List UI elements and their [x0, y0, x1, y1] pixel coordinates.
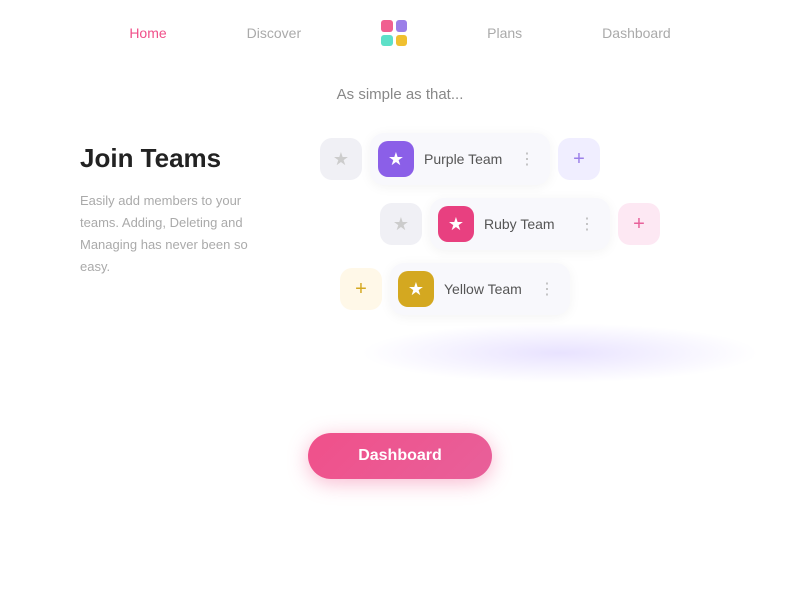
yellow-team-row: + ★ Yellow Team ⋮: [340, 263, 570, 315]
purple-add-button[interactable]: +: [558, 138, 600, 180]
yellow-team-name: Yellow Team: [444, 281, 529, 297]
purple-team-dots[interactable]: ⋮: [519, 149, 536, 169]
purple-team-name: Purple Team: [424, 151, 509, 167]
nav-discover[interactable]: Discover: [247, 25, 301, 41]
teams-area: ★ ★ Purple Team ⋮ + ★ ★ Ruby Team ⋮: [320, 133, 740, 393]
ruby-team-icon: ★: [438, 206, 474, 242]
ruby-team-row: ★ ★ Ruby Team ⋮ +: [380, 198, 660, 250]
nav-dashboard[interactable]: Dashboard: [602, 25, 671, 41]
purple-team-row: ★ ★ Purple Team ⋮ +: [320, 133, 600, 185]
ruby-team-dots[interactable]: ⋮: [579, 214, 596, 234]
star-icon: ★: [388, 149, 404, 170]
logo: [381, 20, 407, 46]
logo-dot-2: [396, 20, 408, 32]
nav-plans[interactable]: Plans: [487, 25, 522, 41]
yellow-team-icon: ★: [398, 271, 434, 307]
purple-team-card: ★ Purple Team ⋮: [370, 133, 550, 185]
logo-dot-1: [381, 20, 393, 32]
dashboard-button[interactable]: Dashboard: [308, 433, 492, 479]
yellow-team-dots[interactable]: ⋮: [539, 279, 556, 299]
purple-avatar-ghost: ★: [320, 138, 362, 180]
logo-dot-3: [381, 35, 393, 47]
logo-dot-4: [396, 35, 408, 47]
ruby-add-button[interactable]: +: [618, 203, 660, 245]
person-icon-ruby: ★: [393, 214, 409, 235]
dashboard-section: Dashboard: [0, 433, 800, 479]
yellow-team-card: ★ Yellow Team ⋮: [390, 263, 570, 315]
navbar: Home Discover Plans Dashboard: [0, 0, 800, 56]
person-icon: ★: [333, 149, 349, 170]
star-icon-ruby: ★: [448, 214, 464, 235]
yellow-add-button-left[interactable]: +: [340, 268, 382, 310]
purple-team-icon: ★: [378, 141, 414, 177]
ruby-team-name: Ruby Team: [484, 216, 569, 232]
join-teams-heading: Join Teams: [80, 143, 280, 174]
nav-home[interactable]: Home: [129, 25, 166, 41]
left-section: Join Teams Easily add members to your te…: [80, 133, 280, 278]
tagline: As simple as that...: [0, 86, 800, 103]
main-content: Join Teams Easily add members to your te…: [0, 123, 800, 393]
ruby-avatar-ghost: ★: [380, 203, 422, 245]
star-icon-yellow: ★: [408, 279, 424, 300]
join-teams-description: Easily add members to your teams. Adding…: [80, 190, 280, 278]
ruby-team-card: ★ Ruby Team ⋮: [430, 198, 610, 250]
